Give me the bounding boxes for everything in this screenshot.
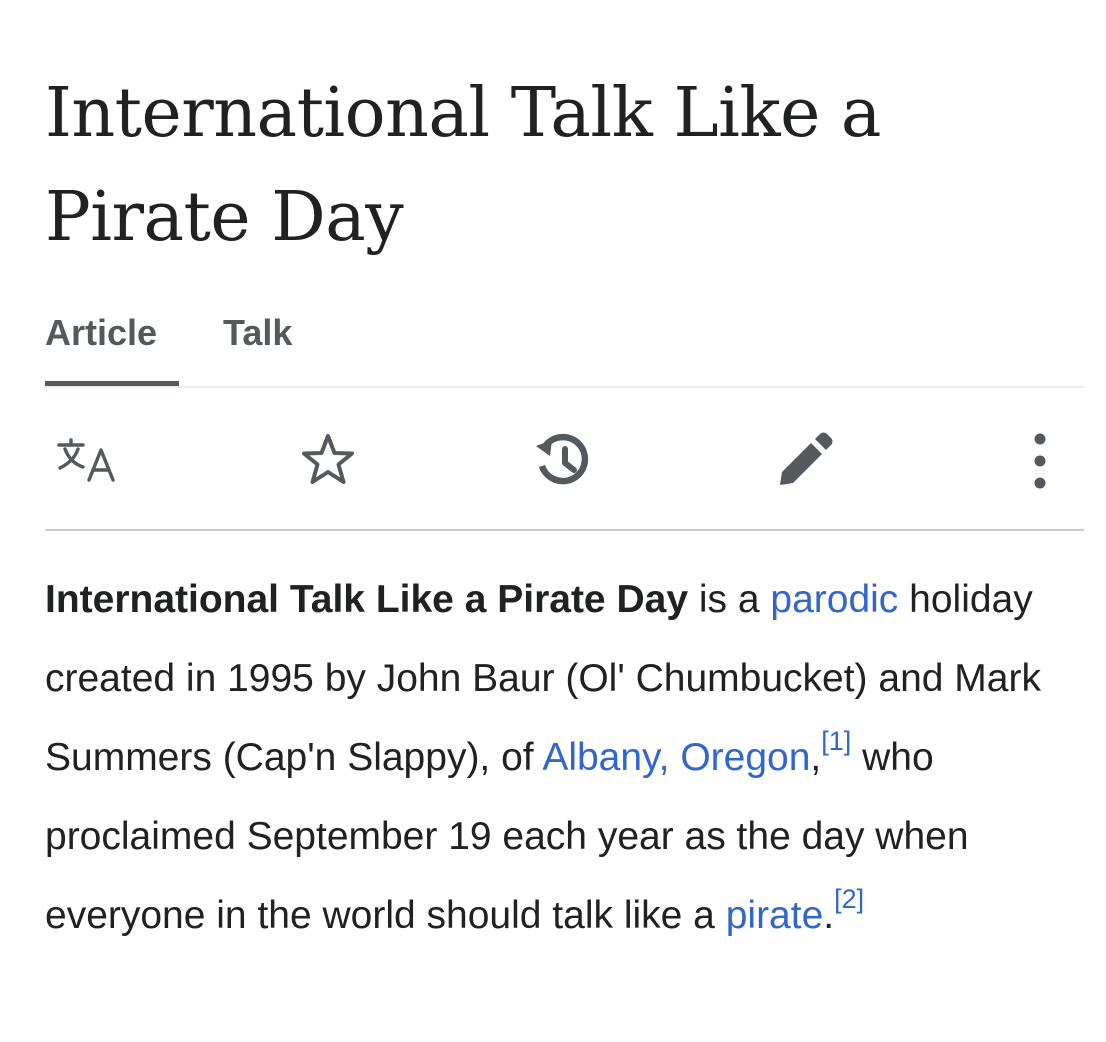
more-menu-icon xyxy=(1034,433,1046,489)
page-actions-toolbar xyxy=(45,388,1084,531)
star-icon xyxy=(302,434,354,484)
reference-1-link[interactable]: [1] xyxy=(821,726,851,756)
lead-text-5: . xyxy=(823,894,835,937)
namespace-tabs: Article Talk xyxy=(45,308,1084,388)
tab-talk[interactable]: Talk xyxy=(223,308,292,358)
watch-star-button[interactable] xyxy=(293,426,363,496)
history-icon xyxy=(536,433,589,485)
tab-article[interactable]: Article xyxy=(45,308,157,358)
link-parodic[interactable]: parodic xyxy=(770,578,898,621)
page-title-line-1: International Talk Like a xyxy=(45,74,881,153)
lead-paragraph: International Talk Like a Pirate Day is … xyxy=(45,560,1090,955)
page-title: International Talk Like a Pirate Day xyxy=(45,62,1045,270)
edit-pencil-icon xyxy=(780,432,833,485)
edit-button[interactable] xyxy=(768,426,838,496)
lead-text-1: is a xyxy=(688,578,771,621)
more-menu-button[interactable] xyxy=(1005,426,1075,496)
language-button[interactable] xyxy=(53,426,123,496)
page-title-line-2: Pirate Day xyxy=(45,178,404,257)
history-button[interactable] xyxy=(528,426,598,496)
tab-article-selected-indicator xyxy=(45,381,179,386)
reference-2-link[interactable]: [2] xyxy=(834,884,864,914)
link-albany-oregon[interactable]: Albany, Oregon xyxy=(542,736,810,779)
lead-text-3: , xyxy=(810,736,822,779)
link-pirate[interactable]: pirate xyxy=(726,894,824,937)
language-icon xyxy=(57,438,115,482)
lead-bold-title: International Talk Like a Pirate Day xyxy=(45,578,689,621)
